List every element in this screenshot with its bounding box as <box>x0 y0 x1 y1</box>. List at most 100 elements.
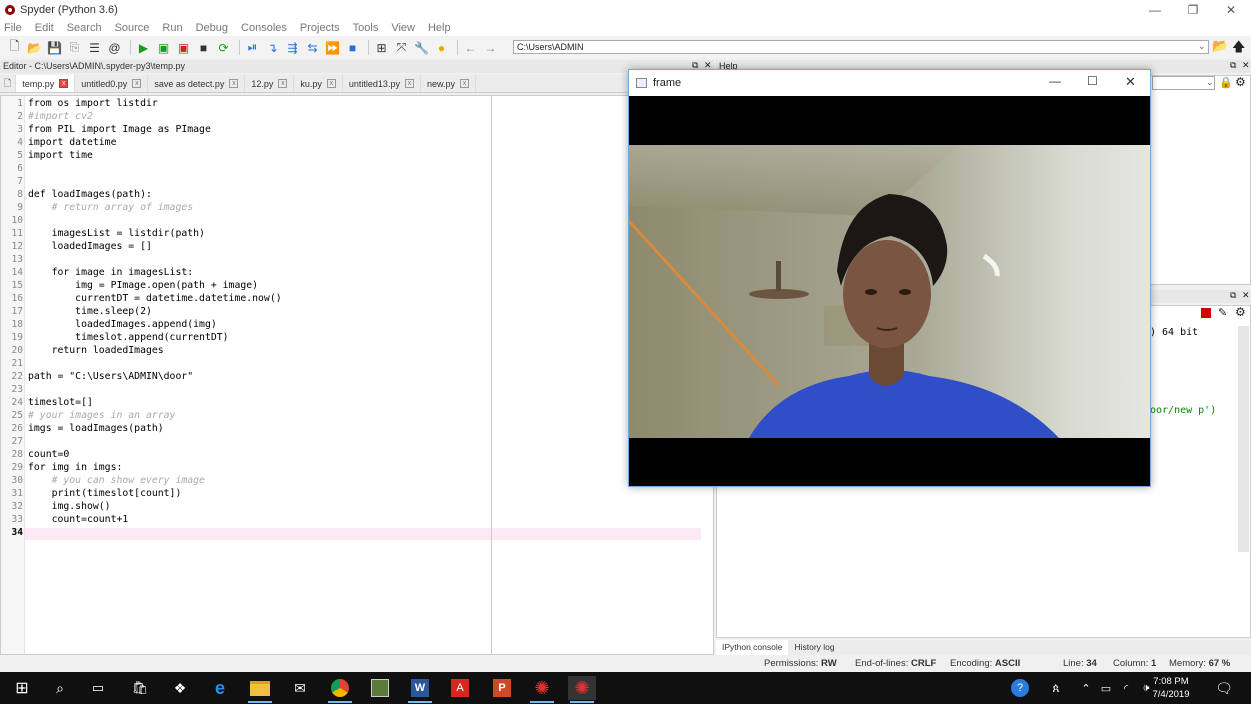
stop-debug-icon[interactable]: ■ <box>344 40 361 55</box>
step-return-icon[interactable]: ⇆ <box>304 40 321 55</box>
maximize-pane-icon[interactable]: ⊞ <box>373 40 390 55</box>
menu-edit[interactable]: Edit <box>35 22 54 34</box>
close-pane-icon[interactable]: ✕ <box>1242 60 1250 71</box>
close-pane-icon[interactable]: ✕ <box>1242 290 1250 301</box>
people-icon[interactable]: ጰ <box>1042 676 1070 700</box>
gear-icon[interactable]: ⚙ <box>1235 75 1246 89</box>
step-icon[interactable]: ↴ <box>264 40 281 55</box>
tab-12-py[interactable]: 12.py x <box>245 75 295 92</box>
task-view-icon[interactable]: ▭ <box>84 676 112 700</box>
dropbox-icon[interactable]: ❖ <box>166 676 194 700</box>
code-line: return loadedImages <box>28 345 164 356</box>
tab-ku-py[interactable]: ku.py x <box>294 75 343 92</box>
notifications-icon[interactable]: 🗨 <box>1210 676 1238 700</box>
help-icon[interactable]: ? <box>1006 676 1034 700</box>
save-icon[interactable]: 💾 <box>46 40 63 55</box>
word-icon[interactable]: W <box>406 676 434 703</box>
browse-folder-icon[interactable]: 📂 <box>1212 38 1228 54</box>
close-tab-icon[interactable]: x <box>326 79 336 88</box>
rerun-icon[interactable]: ⟳ <box>215 40 232 55</box>
fullscreen-icon[interactable]: ⤧ <box>393 40 410 55</box>
undock-icon[interactable]: ⧉ <box>1230 290 1236 301</box>
menu-tools[interactable]: Tools <box>353 22 379 34</box>
continue-icon[interactable]: ⏩ <box>324 40 341 55</box>
tab-save-as-detect-py[interactable]: save as detect.py x <box>148 75 246 92</box>
menu-projects[interactable]: Projects <box>300 22 340 34</box>
browse-tabs-icon[interactable]: 🗋 <box>0 75 17 92</box>
forward-arrow-icon[interactable]: → <box>482 40 499 55</box>
spyder-icon[interactable]: ✺ <box>568 676 596 703</box>
tab-label: untitled0.py <box>81 78 128 89</box>
chevron-down-icon[interactable]: ⌄ <box>1206 77 1214 88</box>
frame-window[interactable]: frame — ☐ ✕ <box>628 69 1151 487</box>
working-directory-input[interactable]: C:\Users\ADMIN <box>513 40 1209 54</box>
parent-directory-icon[interactable]: 🡅 <box>1232 38 1245 60</box>
tab-untitled13-py[interactable]: untitled13.py x <box>343 75 421 92</box>
python-idle-icon[interactable] <box>366 676 394 700</box>
close-button[interactable]: ✕ <box>1212 0 1250 20</box>
search-icon[interactable]: ⌕ <box>46 676 74 700</box>
menu-consoles[interactable]: Consoles <box>241 22 287 34</box>
at-icon[interactable]: @ <box>106 40 123 55</box>
system-clock[interactable]: 7:08 PM 7/4/2019 <box>1141 675 1201 701</box>
spyder-icon[interactable]: ✺ <box>528 676 556 703</box>
mail-icon[interactable]: ✉ <box>286 676 314 700</box>
code-editor[interactable]: 1 from os import listdir 2 #import cv2 3 from… <box>0 95 714 655</box>
frame-title-bar[interactable]: frame — ☐ ✕ <box>629 70 1150 95</box>
store-icon[interactable]: 🛍 <box>126 676 154 700</box>
line-number: 23 <box>11 384 23 395</box>
tab-history-log[interactable]: History log <box>788 640 840 655</box>
menu-search[interactable]: Search <box>67 22 102 34</box>
open-file-icon[interactable]: 📂 <box>26 40 43 55</box>
line-number: 32 <box>11 501 23 512</box>
step-into-icon[interactable]: ⇶ <box>284 40 301 55</box>
edge-browser-icon[interactable]: e <box>206 676 234 700</box>
python-path-icon[interactable]: ● <box>433 40 450 55</box>
maximize-button[interactable]: ☐ <box>1087 74 1098 88</box>
new-file-icon[interactable]: 🗋 <box>6 39 23 55</box>
chevron-down-icon[interactable]: ⌄ <box>1198 41 1206 52</box>
file-explorer-icon[interactable] <box>246 676 274 703</box>
restore-button[interactable]: ❐ <box>1174 0 1212 20</box>
undock-icon[interactable]: ⧉ <box>1230 60 1236 71</box>
tab-new-py[interactable]: new.py x <box>421 75 476 92</box>
save-all-icon[interactable]: ⎘ <box>66 40 83 55</box>
acrobat-icon[interactable]: A <box>446 676 474 700</box>
run-selection-icon[interactable]: ■ <box>195 40 212 55</box>
lock-icon[interactable]: 🔒 <box>1219 76 1233 89</box>
preferences-icon[interactable]: 🔧 <box>413 40 430 55</box>
tab-untitled0-py[interactable]: untitled0.py x <box>75 75 149 92</box>
menu-file[interactable]: File <box>4 22 22 34</box>
minimize-button[interactable]: — <box>1049 74 1061 88</box>
run-cell-advance-icon[interactable]: ▣ <box>175 40 192 55</box>
menu-source[interactable]: Source <box>115 22 150 34</box>
menu-debug[interactable]: Debug <box>196 22 228 34</box>
close-tab-icon[interactable]: x <box>459 79 469 88</box>
list-icon[interactable]: ☰ <box>86 40 103 55</box>
windows-start-icon[interactable]: ⊞ <box>8 676 36 700</box>
console-scrollbar[interactable] <box>1238 326 1249 552</box>
run-icon[interactable]: ▶ <box>135 40 152 55</box>
menu-view[interactable]: View <box>391 22 415 34</box>
close-tab-icon[interactable]: x <box>229 79 239 88</box>
close-button[interactable]: ✕ <box>1125 74 1136 90</box>
menu-run[interactable]: Run <box>162 22 182 34</box>
gear-icon[interactable]: ⚙ <box>1235 305 1246 319</box>
eraser-icon[interactable]: ✎ <box>1218 306 1227 319</box>
stop-kernel-icon[interactable] <box>1201 308 1211 318</box>
debug-icon[interactable]: ⏯ <box>244 40 261 55</box>
console-output-line: oor/new p') <box>1150 405 1217 416</box>
close-tab-icon[interactable]: x <box>278 79 288 88</box>
run-cell-icon[interactable]: ▣ <box>155 40 172 55</box>
tab-ipython-console[interactable]: IPython console <box>716 640 789 655</box>
chrome-icon[interactable] <box>326 676 354 703</box>
close-tab-icon[interactable]: x <box>404 79 414 88</box>
close-tab-icon[interactable]: x <box>59 79 69 88</box>
back-arrow-icon[interactable]: ← <box>462 40 479 55</box>
tab-temp-py[interactable]: temp.py x <box>16 75 76 92</box>
close-tab-icon[interactable]: x <box>132 79 142 88</box>
line-number: 5 <box>17 150 23 161</box>
menu-help[interactable]: Help <box>428 22 451 34</box>
powerpoint-icon[interactable]: P <box>488 676 516 700</box>
minimize-button[interactable]: — <box>1136 0 1174 20</box>
